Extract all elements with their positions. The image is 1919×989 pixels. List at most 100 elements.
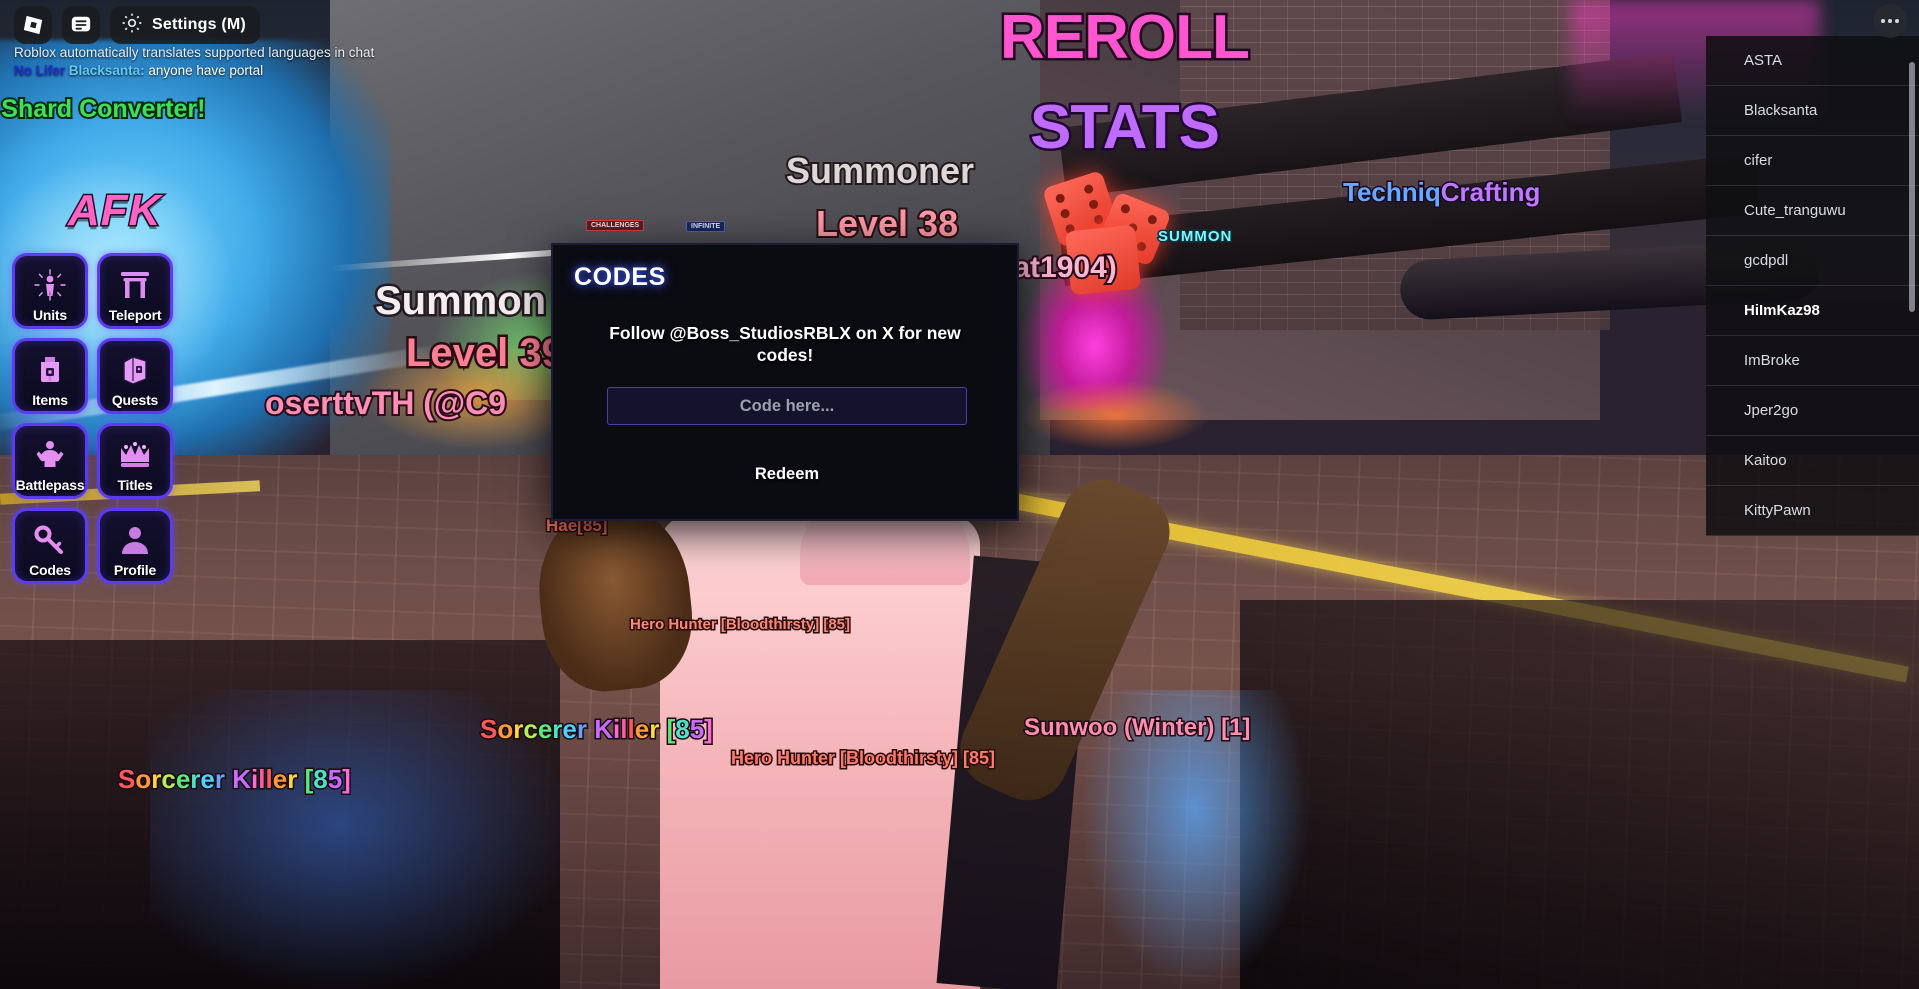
nameplate-char: e [199,763,217,796]
player-list-row[interactable]: ImBroke [1706,336,1919,386]
menu-button-profile[interactable]: Profile [97,508,173,584]
menu-button-codes[interactable]: Codes [12,508,88,584]
player-list-row[interactable]: ASTA [1706,36,1919,86]
chat-username: Blacksanta: [68,63,145,79]
player-list-row[interactable]: HiImKaz98 [1706,286,1919,336]
left-player-level: Level 39 [404,329,567,378]
nameplate-char: e [633,713,651,746]
portal-base-glow [1020,380,1210,450]
person-icon [100,520,170,560]
menu-label: Profile [113,562,157,578]
technique-crafting-label[interactable]: TechniqCrafting [1342,176,1542,209]
settings-label: Settings (M) [152,16,246,33]
redeem-button[interactable]: Redeem [607,457,967,491]
nameplate-char: 5 [688,713,706,746]
nameplate-char: 5 [326,763,344,796]
center-player-level: Level 38 [814,201,960,246]
menu-button-teleport[interactable]: Teleport [97,253,173,329]
nameplate-hero-hunter-mid: Hero Hunter [Bloodthirsty] [85] [729,747,996,770]
nameplate-char: ] [703,713,715,746]
codes-modal: CODES Follow @Boss_StudiosRBLX on X for … [551,243,1019,521]
nameplate-char: K [231,763,253,796]
nameplate-sorcerer-killer-bottom: Sorcerer Killer [85] [116,763,353,796]
player-list-row[interactable]: cifer [1706,136,1919,186]
menu-button-units[interactable]: Units [12,253,88,329]
menu-label: Battlepass [15,477,85,493]
menu-button-items[interactable]: Items [12,338,88,414]
chat-panel[interactable]: Roblox automatically translates supporte… [14,44,404,80]
player-name: gcdpdl [1744,252,1789,269]
chat-icon[interactable] [62,6,100,44]
reroll-label[interactable]: REROLL [998,1,1253,75]
nameplate-char: l [264,763,274,796]
nameplate-char: c [160,763,178,796]
stats-label[interactable]: STATS [1027,91,1222,165]
nameplate-char: ] [341,763,353,796]
player-name: ImBroke [1744,352,1800,369]
menu-label: Codes [29,562,71,578]
summon-label[interactable]: SUMMON [1156,227,1232,247]
player-name: Cute_tranguwu [1744,202,1846,219]
left-player-name: Summon [372,277,548,326]
nameplate-char: K [593,713,615,746]
player-list-row[interactable]: KittyPawn [1706,486,1919,536]
nameplate-char: S [116,763,136,796]
nameplate-sunwoo: Sunwoo (Winter) [1] [1022,713,1251,743]
nameplate-char: e [561,713,579,746]
nameplate-char: r [213,763,226,796]
nameplate-char: 8 [312,763,330,796]
player-name: Jper2go [1744,402,1799,419]
menu-label: Quests [111,392,159,408]
nameplate-char: l [619,713,629,746]
nameplate-char: e [536,713,554,746]
nameplate-char: l [257,763,267,796]
player-name: Blacksanta [1744,102,1818,119]
nameplate-char: r [551,713,564,746]
crown-icon [100,435,170,475]
codes-modal-subtitle: Follow @Boss_StudiosRBLX on X for new co… [609,323,961,366]
player-list-row[interactable]: Cute_tranguwu [1706,186,1919,236]
menu-button-titles[interactable]: Titles [97,423,173,499]
player-list[interactable]: ASTA Blacksanta cifer Cute_tranguwugcdpdl Hi… [1706,36,1919,536]
nameplate-char: l [626,713,636,746]
settings-button[interactable]: Settings (M) [110,6,260,44]
roblox-topbar: Settings (M) [14,6,260,44]
player-name: Kaitoo [1744,452,1787,469]
roblox-logo-icon[interactable] [14,6,52,44]
left-player-username: oserttvTH (@C9 [263,383,508,423]
nameplate-char: r [648,713,661,746]
nameplate-char: 8 [674,713,692,746]
player-name: KittyPawn [1744,502,1811,519]
nameplate-char [297,764,304,794]
player-name: HiImKaz98 [1744,302,1820,319]
center-player-name: Summoner [784,148,976,193]
quest-book-icon [100,350,170,390]
nameplate-char: r [512,713,525,746]
codes-modal-title: CODES [574,263,666,291]
key-icon [15,520,85,560]
afk-indicator: AFK [66,185,162,237]
dot [1888,19,1892,23]
player-list-row[interactable]: Blacksanta [1706,86,1919,136]
nameplate-char [659,714,666,744]
nameplate-sorcerer-killer-top: Sorcerer Killer [85] [478,713,715,746]
player-list-row[interactable]: Kaitoo [1706,436,1919,486]
nameplate-char: r [150,763,163,796]
player-name: cifer [1744,152,1773,169]
flex-muscle-icon [15,435,85,475]
nameplate-char: r [286,763,299,796]
infinite-tag: INFINITE [686,221,726,232]
challenges-tag: CHALLENGES [586,220,645,231]
backpack-icon [15,350,85,390]
menu-button-battlepass[interactable]: Battlepass [12,423,88,499]
left-menu-grid: Units Teleport Items Quests Battlepass T… [12,253,173,584]
player-list-scrollbar[interactable] [1909,62,1915,312]
menu-label: Units [32,307,67,323]
menu-button-quests[interactable]: Quests [97,338,173,414]
more-options-icon[interactable] [1873,4,1907,38]
code-input[interactable] [607,387,967,425]
nameplate-char: [ [665,713,677,746]
player-list-row[interactable]: Jper2go [1706,386,1919,436]
player-list-row[interactable]: gcdpdl [1706,236,1919,286]
chat-system-notice: Roblox automatically translates supporte… [14,45,375,60]
